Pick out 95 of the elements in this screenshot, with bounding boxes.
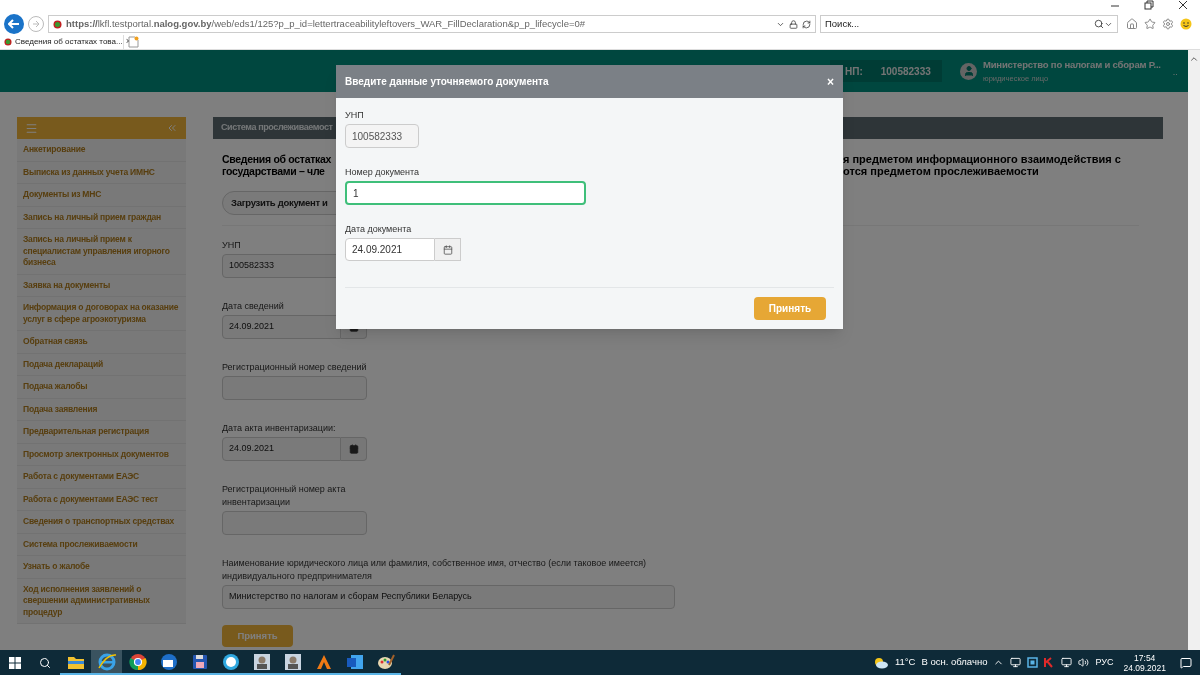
tray-k-icon[interactable] — [1044, 657, 1056, 668]
text-field[interactable] — [222, 376, 367, 400]
address-bar[interactable]: https://lkfl.testportal.nalog.gov.by/web/eds1/125?p_p_id=lettertraceabilityleftovers_WAR_FillDeclaration&p_p_lifecycle=0# — [48, 15, 816, 33]
user-name[interactable]: Министерство по налогам и сборам Р... — [983, 58, 1161, 73]
forward-arrow-icon — [32, 20, 40, 28]
notifications-icon[interactable] — [1180, 656, 1192, 669]
search-icon[interactable] — [39, 656, 51, 669]
sidebar-item[interactable]: Работа с документами ЕАЭС тест — [17, 488, 186, 511]
calendar-icon — [348, 444, 359, 454]
sidebar-item[interactable]: Просмотр электронных документов — [17, 443, 186, 466]
clock-date[interactable]: 24.09.2021 — [1123, 662, 1166, 673]
sidebar-item[interactable]: Подача деклараций — [17, 353, 186, 376]
sidebar-item[interactable]: Заявка на документы — [17, 274, 186, 297]
temperature[interactable]: 11°C — [894, 655, 916, 670]
field-label: УНП — [345, 109, 364, 121]
text-field[interactable] — [222, 511, 367, 535]
back-button[interactable] — [4, 14, 24, 34]
sidebar-item[interactable]: Предварительная регистрация — [17, 421, 186, 444]
site-icon — [53, 19, 62, 29]
more-dots[interactable]: .. — [1172, 66, 1178, 80]
date-field[interactable]: 24.09.2021 — [345, 238, 435, 261]
panel-title: Система прослеживаемост — [221, 121, 333, 135]
network-icon[interactable] — [1061, 657, 1073, 668]
sidebar-item[interactable]: Сведения о транспортных средствах — [17, 511, 186, 534]
portrait-icon[interactable] — [252, 652, 271, 671]
sidebar-item[interactable]: Подача жалобы — [17, 376, 186, 399]
field-label: УНП — [222, 239, 241, 252]
sidebar-item[interactable]: Подача заявления — [17, 398, 186, 421]
search-field[interactable]: Поиск... — [820, 15, 1118, 33]
site-icon — [4, 38, 12, 46]
sidebar-item[interactable]: Работа с документами ЕАЭС — [17, 466, 186, 489]
date-field[interactable]: 24.09.2021 — [222, 315, 341, 339]
sidebar-item[interactable]: Обратная связь — [17, 331, 186, 354]
text-field[interactable]: 100582333 — [345, 124, 419, 148]
browser-e-icon[interactable] — [96, 651, 117, 672]
refresh-icon[interactable] — [802, 19, 811, 29]
clock-time[interactable]: 17:54 — [1134, 652, 1156, 663]
smiley-icon[interactable] — [1180, 18, 1192, 30]
portrait-icon[interactable] — [283, 652, 302, 671]
field-label: Регистрационный номер акта инвентаризации — [222, 483, 347, 509]
sidebar-item[interactable]: Запись на личный прием граждан — [17, 206, 186, 229]
sidebar-item[interactable]: Выписка из данных учета ИМНС — [17, 161, 186, 184]
calendar-button[interactable] — [435, 238, 461, 261]
word-icon[interactable] — [345, 653, 364, 670]
sidebar-item[interactable]: Запись на личный прием к специалистам управления игорного бизнеса — [17, 229, 186, 275]
sidebar-item[interactable]: Система прослеживаемости — [17, 533, 186, 556]
back-arrow-icon — [8, 19, 20, 29]
tab-title: Сведения об остатках това... — [15, 36, 123, 48]
tray-app-icon[interactable] — [1010, 657, 1022, 668]
calendar-icon — [442, 244, 453, 255]
heading-fragment: Сведения об остатках — [222, 153, 332, 165]
field-label: Номер документа — [345, 166, 420, 178]
scroll-up-icon[interactable] — [1189, 54, 1199, 64]
mail-icon[interactable] — [159, 652, 178, 671]
calendar-button[interactable] — [341, 437, 367, 461]
windows-start-icon[interactable] — [9, 656, 21, 669]
accept-button[interactable]: Принять — [754, 297, 826, 320]
date-field[interactable]: 24.09.2021 — [222, 437, 341, 461]
heading-fragment: отся предметом прослеживаемости — [843, 165, 1039, 177]
field-label: Дата документа — [345, 223, 412, 235]
restore-icon[interactable] — [1144, 0, 1154, 10]
sidebar-item[interactable]: Информация о договорах на оказание услуг в сфере агроэкотуризма — [17, 297, 186, 331]
sidebar-item[interactable]: Анкетирование — [17, 139, 186, 162]
sidebar-item[interactable]: Ход исполнения заявлений о свершении административных процедур — [17, 578, 186, 624]
search-placeholder: Поиск... — [825, 16, 861, 31]
search-icon[interactable] — [1094, 19, 1104, 29]
heading-fragment: я предметом информационного взаимодействия с — [843, 153, 1121, 165]
url-text: https://lkfl.testportal.nalog.gov.by/web/eds1/125?p_p_id=lettertraceabilityleftovers_WAR_FillDeclaration&p_p_lifecycle=0# — [66, 16, 587, 31]
sidebar-item[interactable]: Узнать о жалобе — [17, 556, 186, 579]
scrollbar[interactable] — [1188, 50, 1200, 650]
tray-square-icon[interactable] — [1027, 657, 1039, 668]
language-indicator[interactable]: РУС — [1095, 655, 1114, 670]
settings-icon[interactable] — [1162, 18, 1174, 30]
unp-value: 100582333 — [880, 64, 931, 79]
home-icon[interactable] — [1126, 18, 1138, 30]
field-label: Дата сведений — [222, 300, 284, 313]
field-label: Дата акта инвентаризации: — [222, 422, 336, 435]
heading-fragment: государствами – чле — [222, 165, 325, 177]
modal-title: Введите данные уточняемого документа — [345, 75, 549, 89]
unp-label: НП: — [845, 64, 863, 79]
lock-icon — [789, 19, 798, 29]
submit-button[interactable]: Принять — [222, 625, 293, 647]
sidebar-item[interactable]: Документы из МНС — [17, 184, 186, 207]
volume-icon[interactable] — [1078, 657, 1090, 668]
close-icon[interactable] — [1178, 0, 1188, 10]
chrome-icon[interactable] — [128, 652, 147, 671]
cloud-sun-icon[interactable] — [872, 656, 889, 669]
star-icon[interactable] — [1144, 18, 1156, 30]
text-field[interactable]: 1 — [345, 181, 586, 205]
palette-icon[interactable] — [376, 652, 395, 671]
weather-text[interactable]: В осн. облачно — [921, 655, 988, 670]
text-field[interactable]: Министерство по налогам и сборам Республики Беларусь — [222, 585, 675, 609]
badge-circle-icon[interactable] — [221, 652, 240, 671]
field-label: Наименование юридического лица или фамилия, собственное имя, отчество (если таковое имеется) индивидуального предпринимателя — [222, 557, 648, 583]
field-label: Регистрационный номер сведений — [222, 361, 367, 374]
